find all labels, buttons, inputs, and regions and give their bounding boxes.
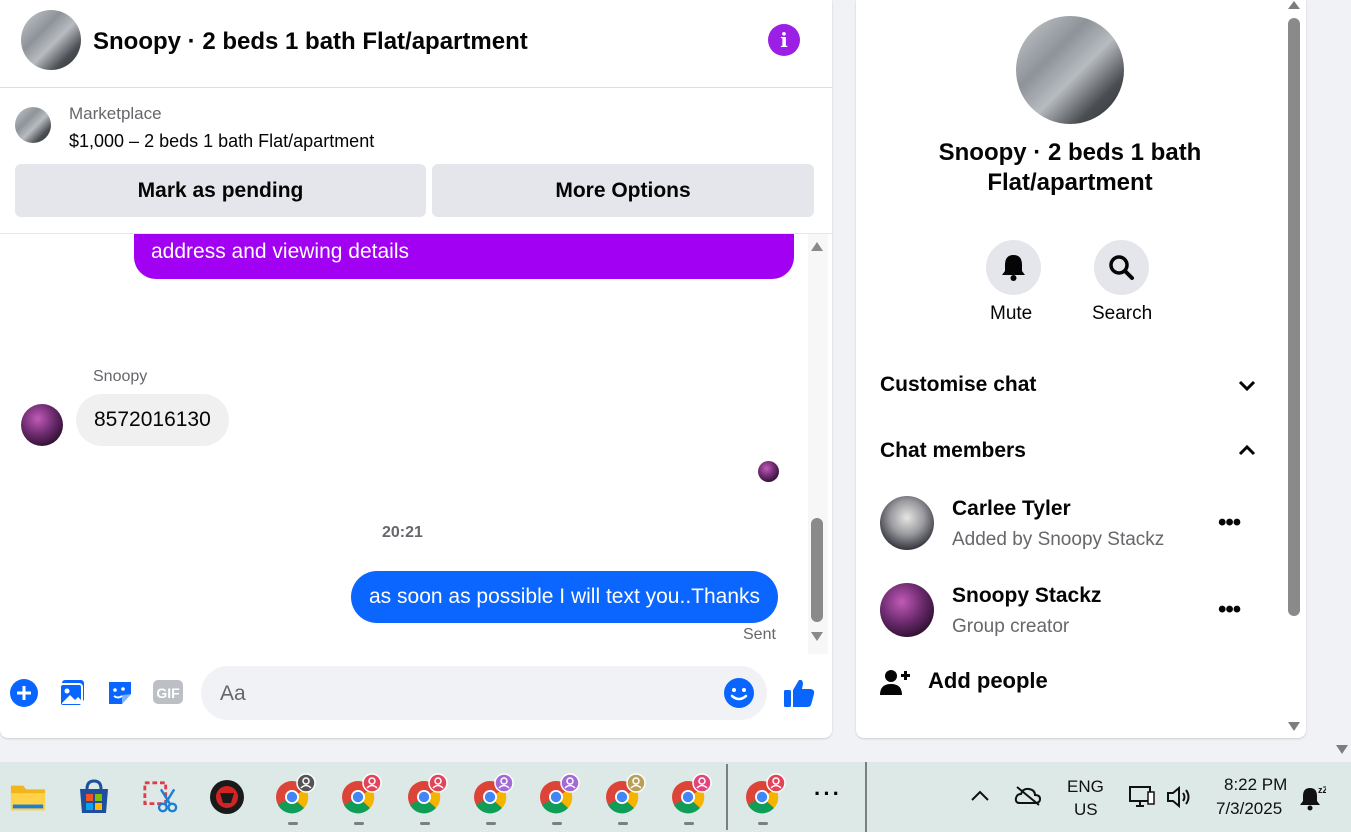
snipping-tool-icon[interactable]	[142, 779, 178, 815]
gif-icon[interactable]: GIF	[151, 676, 185, 710]
taskbar-divider	[865, 762, 867, 832]
mute-button[interactable]	[986, 240, 1041, 295]
sender-avatar[interactable]	[21, 404, 63, 446]
more-icon[interactable]: •••	[1218, 596, 1241, 624]
listing-title[interactable]: $1,000 – 2 beds 1 bath Flat/apartment	[69, 131, 374, 152]
info-icon[interactable]: i	[768, 24, 800, 56]
chrome-icon[interactable]	[604, 772, 646, 816]
outgoing-message-bubble[interactable]: as soon as possible I will text you..Tha…	[351, 571, 779, 623]
chrome-icon[interactable]	[670, 772, 712, 816]
thumbs-up-icon[interactable]	[782, 676, 816, 710]
chrome-icon[interactable]	[274, 772, 316, 816]
file-explorer-icon[interactable]	[10, 779, 46, 815]
member-avatar[interactable]	[880, 583, 934, 637]
photo-icon[interactable]	[57, 676, 91, 710]
chrome-icon[interactable]	[538, 772, 580, 816]
emoji-icon[interactable]	[722, 676, 756, 710]
marketplace-label: Marketplace	[69, 104, 162, 123]
chevron-up-icon[interactable]	[970, 789, 990, 803]
outgoing-message-text: as soon as possible I will text you..Tha…	[369, 585, 761, 608]
svg-text:zZ: zZ	[1318, 785, 1326, 795]
game-app-icon[interactable]	[209, 779, 245, 815]
clock-date[interactable]: 7/3/2025	[1216, 799, 1282, 819]
chrome-icon[interactable]	[744, 772, 786, 816]
message-timestamp: 20:21	[382, 524, 423, 541]
member-subtitle: Added by Snoopy Stackz	[952, 529, 1165, 550]
message-status: Sent	[743, 626, 776, 643]
scroll-thumb	[811, 518, 823, 622]
scroll-down-arrow-icon	[1288, 722, 1300, 731]
volume-icon[interactable]	[1165, 784, 1193, 810]
page-scroll-down-icon[interactable]	[1334, 743, 1350, 757]
listing-thumbnail[interactable]	[15, 107, 51, 143]
chat-members-section[interactable]: Chat members	[880, 439, 1026, 463]
clock-time[interactable]: 8:22 PM	[1224, 775, 1287, 795]
mute-label: Mute	[990, 303, 1033, 324]
read-receipt-avatar	[758, 461, 779, 482]
onedrive-icon[interactable]	[1014, 785, 1042, 807]
member-subtitle: Group creator	[952, 616, 1070, 637]
outgoing-message-text: address and viewing details	[151, 240, 409, 263]
member-name[interactable]: Carlee Tyler	[952, 497, 1071, 521]
search-label: Search	[1092, 303, 1153, 324]
message-input-placeholder: Aa	[220, 682, 246, 705]
marketplace-banner: Marketplace $1,000 – 2 beds 1 bath Flat/…	[0, 89, 832, 234]
conversation-photo	[1016, 16, 1124, 124]
chat-header: Snoopy · 2 beds 1 bath Flat/apartment i	[0, 0, 832, 88]
search-icon	[1109, 255, 1134, 280]
scroll-thumb	[1288, 18, 1300, 616]
member-name[interactable]: Snoopy Stackz	[952, 584, 1101, 608]
language-indicator[interactable]: ENG	[1067, 777, 1104, 797]
region-indicator[interactable]: US	[1074, 800, 1098, 820]
more-options-button[interactable]: More Options	[432, 164, 814, 217]
network-icon[interactable]	[1128, 784, 1156, 810]
chrome-icon[interactable]	[340, 772, 382, 816]
message-input[interactable]	[201, 666, 767, 720]
mark-as-pending-button[interactable]: Mark as pending	[15, 164, 426, 217]
sticker-icon[interactable]	[104, 676, 138, 710]
add-person-icon[interactable]	[879, 667, 911, 697]
more-icon[interactable]: •••	[1218, 509, 1241, 537]
chrome-icon[interactable]	[406, 772, 448, 816]
conversation-title[interactable]: Snoopy · 2 beds 1 bath Flat/apartment	[93, 28, 528, 56]
chrome-icon[interactable]	[472, 772, 514, 816]
customise-chat-section[interactable]: Customise chat	[880, 373, 1036, 397]
bell-icon	[1002, 255, 1025, 281]
details-title: Snoopy · 2 beds 1 bath Flat/apartment	[938, 139, 1202, 196]
taskbar-separator	[726, 764, 728, 830]
search-button[interactable]	[1094, 240, 1149, 295]
scroll-up-arrow-icon	[1288, 1, 1300, 9]
microsoft-store-icon[interactable]	[76, 779, 112, 815]
svg-text:GIF: GIF	[156, 685, 180, 701]
conversation-thumbnail[interactable]	[21, 10, 81, 70]
sidebar-scrollbar[interactable]	[1286, 0, 1302, 735]
notification-bell-icon[interactable]: zZ	[1298, 783, 1326, 811]
chevron-down-icon[interactable]	[1237, 377, 1257, 393]
chevron-up-icon[interactable]	[1237, 442, 1257, 458]
more-apps-icon[interactable]: ···	[814, 781, 842, 807]
add-people-button[interactable]: Add people	[928, 668, 1048, 694]
incoming-message-bubble[interactable]: 8572016130	[76, 394, 229, 446]
incoming-message-text: 8572016130	[94, 408, 211, 431]
chat-panel: address and viewing details Snoopy · 2 b…	[0, 0, 832, 738]
plus-icon[interactable]	[8, 676, 42, 710]
chat-scrollbar[interactable]	[808, 234, 828, 654]
sender-name: Snoopy	[93, 368, 148, 385]
member-avatar[interactable]	[880, 496, 934, 550]
